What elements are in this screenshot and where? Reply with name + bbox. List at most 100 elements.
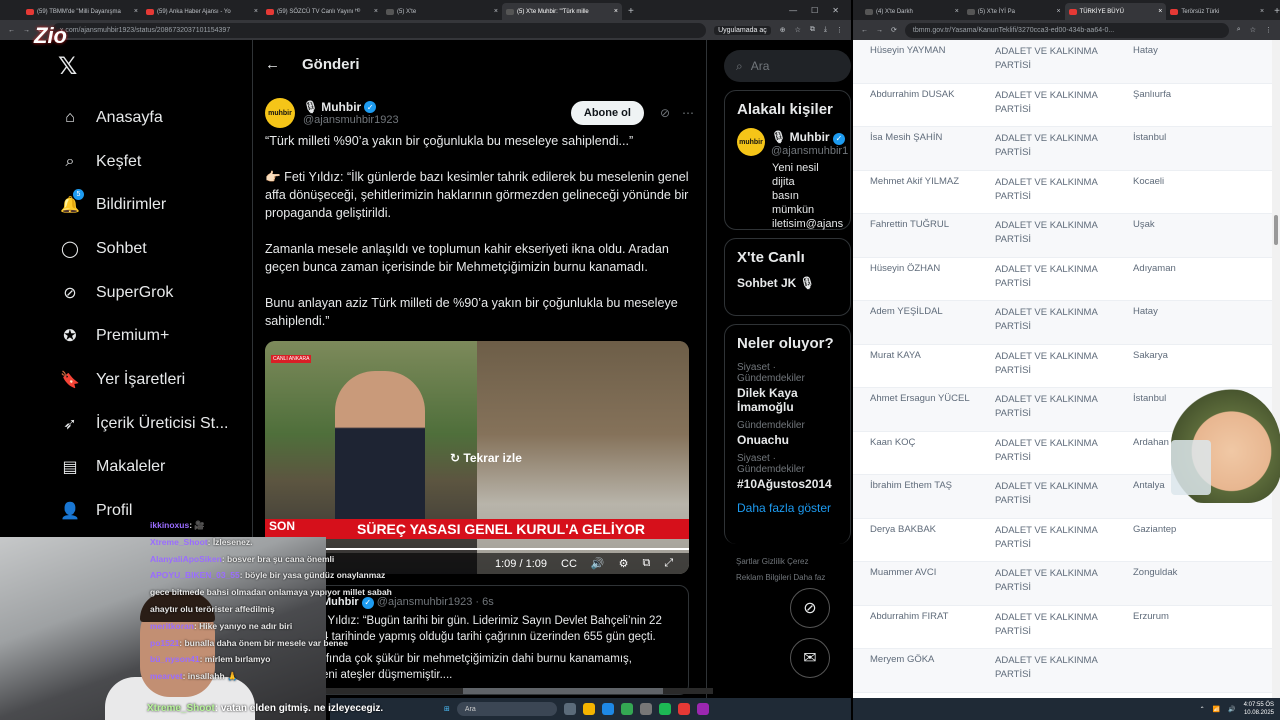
date[interactable]: 10.08.2025 <box>1244 709 1274 717</box>
tab-close-icon[interactable]: × <box>494 8 498 15</box>
taskbar-search[interactable]: Ara <box>456 702 557 716</box>
member-name[interactable]: Derya BAKBAK <box>853 524 995 535</box>
avatar[interactable]: muhbir <box>737 128 765 156</box>
nav-item-premium[interactable]: ✪ Premium+ <box>58 314 248 358</box>
nav-item-bookmark[interactable]: 🔖 Yer İşaretleri <box>58 358 248 402</box>
vertical-scrollbar[interactable] <box>1272 40 1280 698</box>
browser-tab[interactable]: Terörsüz Türki × <box>1166 3 1268 20</box>
pip-icon[interactable]: ⧉ <box>642 557 650 570</box>
menu-icon[interactable]: ⋮ <box>1265 26 1272 34</box>
download-icon[interactable]: ⤓ <box>824 26 827 34</box>
star-icon[interactable]: ☆ <box>795 26 801 34</box>
author-name[interactable]: Muhbir <box>321 100 361 114</box>
forward-icon[interactable]: → <box>876 27 883 34</box>
avatar[interactable]: muhbir <box>265 98 295 128</box>
url-field[interactable]: x.com/ajansmuhbir1923/status/20867320371… <box>51 22 707 38</box>
member-name[interactable]: Mehmet Akif YILMAZ <box>853 176 995 187</box>
back-icon[interactable]: ← <box>8 27 15 34</box>
nav-item-grok[interactable]: ⊘ SuperGrok <box>58 271 248 315</box>
messages-fab-icon[interactable]: ✉ <box>790 638 830 678</box>
tab-close-icon[interactable]: × <box>1056 8 1060 15</box>
grok-icon[interactable]: ⊘ <box>660 106 670 120</box>
taskbar-app-icon[interactable] <box>582 703 595 715</box>
footer-line[interactable]: Şartlar Gizlilik Çerez <box>736 554 839 570</box>
replay-button[interactable]: ↻ Tekrar izle <box>450 451 522 465</box>
nav-item-chat[interactable]: ◯ Sohbet <box>58 227 248 271</box>
more-icon[interactable]: ⋯ <box>682 106 694 120</box>
browser-tab[interactable]: (5) X'te × <box>382 3 502 20</box>
nav-item-search[interactable]: ⌕ Keşfet <box>58 140 248 184</box>
tab-close-icon[interactable]: × <box>1260 8 1264 15</box>
member-name[interactable]: Fahrettin TUĞRUL <box>853 219 995 230</box>
live-item[interactable]: Sohbet JK 🎙 <box>737 276 838 290</box>
taskbar-app-icon[interactable] <box>658 703 671 715</box>
volume-icon[interactable]: 🔊 <box>591 557 605 570</box>
member-name[interactable]: Abdurrahim FIRAT <box>853 611 995 622</box>
wifi-icon[interactable]: 📶 <box>1213 706 1220 713</box>
nav-item-rocket[interactable]: ➶ İçerik Üreticisi St... <box>58 402 248 446</box>
forward-icon[interactable]: → <box>23 27 30 34</box>
browser-tab[interactable]: (59) SÖZCÜ TV Canlı Yayını ᴴᴰ × <box>262 3 382 20</box>
grok-fab-icon[interactable]: ⊘ <box>790 588 830 628</box>
member-name[interactable]: Hüseyin YAYMAN <box>853 45 995 56</box>
star-icon[interactable]: ☆ <box>1250 26 1256 34</box>
menu-icon[interactable]: ⋮ <box>836 26 843 34</box>
minimize-icon[interactable]: — <box>789 6 797 15</box>
settings-icon[interactable]: ⚙ <box>619 557 629 570</box>
taskbar-app-icon[interactable] <box>620 703 633 715</box>
tab-close-icon[interactable]: × <box>134 8 138 15</box>
extensions-icon[interactable]: ⧉ <box>810 26 815 34</box>
related-handle[interactable]: @ajansmuhbir1 <box>771 145 848 157</box>
tab-close-icon[interactable]: × <box>374 8 378 15</box>
search-icon[interactable]: ⌕ <box>1237 26 1241 34</box>
volume-icon[interactable]: 🔊 <box>1228 706 1235 713</box>
windows-start-icon[interactable]: ⊞ <box>444 705 450 713</box>
member-name[interactable]: İbrahim Ethem TAŞ <box>853 480 995 491</box>
nav-item-home[interactable]: ⌂ Anasayfa <box>58 96 248 140</box>
browser-tab[interactable]: TÜRKİYE BÜYÜ × <box>1064 3 1167 20</box>
member-name[interactable]: Adem YEŞİLDAL <box>853 306 995 317</box>
member-name[interactable]: Muammer AVCI <box>853 567 995 578</box>
tab-close-icon[interactable]: × <box>614 8 618 15</box>
member-name[interactable]: Kaan KOÇ <box>853 437 995 448</box>
tray-icon[interactable]: ⌃ <box>1200 706 1205 713</box>
new-tab-icon[interactable]: + <box>1274 3 1280 20</box>
browser-tab[interactable]: (5) X'te İYİ Pa × <box>963 3 1065 20</box>
member-name[interactable]: Ahmet Ersagun YÜCEL <box>853 393 995 404</box>
nav-item-article[interactable]: ▤ Makaleler <box>58 446 248 490</box>
footer-line[interactable]: Reklam Bilgileri Daha faz <box>736 570 839 586</box>
member-name[interactable]: Hüseyin ÖZHAN <box>853 263 995 274</box>
member-name[interactable]: İsa Mesih ŞAHİN <box>853 132 995 143</box>
tab-close-icon[interactable]: × <box>1158 8 1162 15</box>
fullscreen-icon[interactable]: ⤢ <box>664 557 673 570</box>
back-arrow-icon[interactable]: ← <box>265 56 280 73</box>
member-name[interactable]: Meryem GÖKA <box>853 654 995 665</box>
related-name[interactable]: 🎙 Muhbir ✓ <box>771 130 848 145</box>
captions-icon[interactable]: CC <box>561 558 577 570</box>
nav-item-bell[interactable]: 🔔 5 Bildirimler <box>58 183 248 227</box>
browser-tab[interactable]: (5) X'te Muhbir: "'Türk mille × <box>502 3 622 20</box>
follow-button[interactable]: Abone ol <box>570 101 644 125</box>
taskbar-app-icon[interactable] <box>601 703 614 715</box>
author-handle[interactable]: @ajansmuhbir1923 <box>303 114 399 126</box>
taskbar-app-icon[interactable] <box>696 703 709 715</box>
trend-item[interactable]: Siyaset · Gündemdekiler Dilek Kaya İmamoğ… <box>737 362 838 414</box>
maximize-icon[interactable]: ☐ <box>811 6 818 15</box>
browser-tab[interactable]: (59) Anka Haber Ajansı - Yo × <box>142 3 262 20</box>
reload-icon[interactable]: ⟳ <box>891 26 897 34</box>
close-icon[interactable]: ✕ <box>832 6 839 15</box>
zoom-icon[interactable]: ⊕ <box>780 26 786 34</box>
tab-close-icon[interactable]: × <box>955 8 959 15</box>
browser-tab[interactable]: (4) X'te Darkh × <box>861 3 963 20</box>
trend-item[interactable]: Siyaset · Gündemdekiler #10Ağustos2014 <box>737 453 838 491</box>
new-tab-icon[interactable]: + <box>628 3 634 20</box>
browser-tab[interactable]: (59) TBMM'de "Milli Dayanışma × <box>22 3 142 20</box>
back-icon[interactable]: ← <box>861 27 868 34</box>
taskbar-app-icon[interactable] <box>639 703 652 715</box>
taskbar-app-icon[interactable] <box>677 703 690 715</box>
show-more-link[interactable]: Daha fazla göster <box>737 501 838 515</box>
taskbar-app-icon[interactable] <box>563 703 576 715</box>
open-in-app-chip[interactable]: Uygulamada aç <box>714 25 771 35</box>
clock[interactable]: 4:07:55 ÖS <box>1244 701 1274 709</box>
tab-close-icon[interactable]: × <box>254 8 258 15</box>
